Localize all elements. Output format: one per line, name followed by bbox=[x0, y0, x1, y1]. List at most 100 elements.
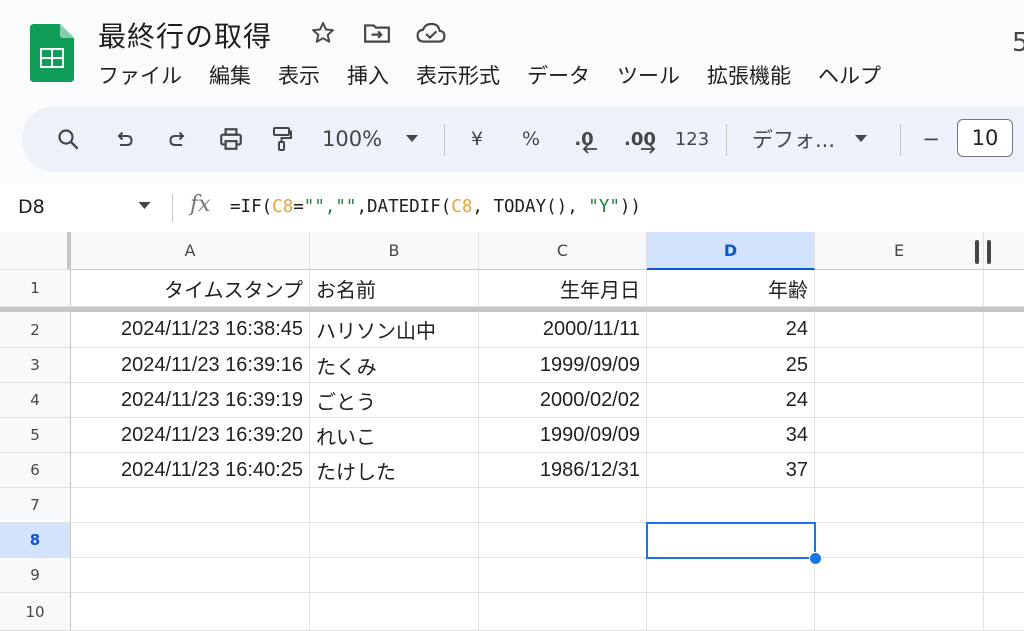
cell-a8[interactable] bbox=[71, 523, 310, 558]
search-menus-button[interactable] bbox=[52, 122, 84, 156]
cell-a1[interactable]: タイムスタンプ bbox=[71, 270, 310, 307]
cell-extra-2[interactable] bbox=[984, 312, 1024, 348]
cell-extra-10[interactable] bbox=[984, 593, 1024, 631]
cell-a9[interactable] bbox=[71, 558, 310, 593]
cell-e5[interactable] bbox=[815, 418, 984, 453]
cell-extra-1[interactable] bbox=[984, 270, 1024, 307]
menu-tools[interactable]: ツール bbox=[617, 60, 680, 90]
cell-c3[interactable]: 1999/09/09 bbox=[479, 348, 647, 383]
cell-b8[interactable] bbox=[310, 523, 479, 558]
font-size-input[interactable]: 10 bbox=[957, 119, 1013, 157]
row-header-6[interactable]: 6 bbox=[0, 453, 71, 488]
cell-b4[interactable]: ごとう bbox=[310, 383, 479, 418]
cell-extra-3[interactable] bbox=[984, 348, 1024, 383]
cell-d7[interactable] bbox=[647, 488, 815, 523]
cell-c2[interactable]: 2000/11/11 bbox=[479, 312, 647, 348]
row-header-5[interactable]: 5 bbox=[0, 418, 71, 453]
cell-c8[interactable] bbox=[479, 523, 647, 558]
menu-insert[interactable]: 挿入 bbox=[347, 60, 389, 90]
cell-a5[interactable]: 2024/11/23 16:39:20 bbox=[71, 418, 310, 453]
star-icon[interactable] bbox=[308, 18, 338, 48]
cell-e8[interactable] bbox=[815, 523, 984, 558]
cell-a3[interactable]: 2024/11/23 16:39:16 bbox=[71, 348, 310, 383]
formula-input[interactable]: =IF(C8="","",DATEDIF(C8, TODAY(), "Y")) bbox=[230, 197, 641, 217]
cell-extra-4[interactable] bbox=[984, 383, 1024, 418]
document-title[interactable]: 最終行の取得 bbox=[98, 15, 272, 55]
row-header-10[interactable]: 10 bbox=[0, 593, 71, 631]
cell-b10[interactable] bbox=[310, 593, 479, 631]
move-folder-icon[interactable] bbox=[362, 18, 392, 48]
cell-e9[interactable] bbox=[815, 558, 984, 593]
cell-d2[interactable]: 24 bbox=[647, 312, 815, 348]
cell-e3[interactable] bbox=[815, 348, 984, 383]
cell-c7[interactable] bbox=[479, 488, 647, 523]
row-header-9[interactable]: 9 bbox=[0, 558, 71, 593]
cell-d3[interactable]: 25 bbox=[647, 348, 815, 383]
decrease-font-size-button[interactable]: − bbox=[918, 122, 944, 156]
cell-c5[interactable]: 1990/09/09 bbox=[479, 418, 647, 453]
cell-d1[interactable]: 年齢 bbox=[647, 270, 815, 307]
number-format-button[interactable]: 123 bbox=[674, 122, 710, 156]
row-header-7[interactable]: 7 bbox=[0, 488, 71, 523]
print-button[interactable] bbox=[214, 122, 248, 156]
fill-handle[interactable] bbox=[809, 552, 822, 565]
cell-c6[interactable]: 1986/12/31 bbox=[479, 453, 647, 488]
zoom-select[interactable]: 100% bbox=[322, 122, 432, 156]
row-header-4[interactable]: 4 bbox=[0, 383, 71, 418]
frozen-row-divider[interactable] bbox=[0, 307, 1024, 312]
cell-d10[interactable] bbox=[647, 593, 815, 631]
cell-e4[interactable] bbox=[815, 383, 984, 418]
menu-edit[interactable]: 編集 bbox=[209, 60, 251, 90]
cell-e1[interactable] bbox=[815, 270, 984, 307]
redo-button[interactable] bbox=[162, 122, 194, 156]
cell-b3[interactable]: たくみ bbox=[310, 348, 479, 383]
row-header-3[interactable]: 3 bbox=[0, 348, 71, 383]
cell-b1[interactable]: お名前 bbox=[310, 270, 479, 307]
spreadsheet-grid[interactable]: A B C D E 1 タイムスタンプ お名前 生年月日 年齢 2 2024/11/23 16:38:… bbox=[0, 232, 1024, 631]
column-header-c[interactable]: C bbox=[479, 232, 647, 270]
row-header-1[interactable]: 1 bbox=[0, 270, 71, 307]
cell-d5[interactable]: 34 bbox=[647, 418, 815, 453]
column-header-b[interactable]: B bbox=[310, 232, 479, 270]
undo-button[interactable] bbox=[108, 122, 140, 156]
cell-c4[interactable]: 2000/02/02 bbox=[479, 383, 647, 418]
column-header-e[interactable]: E bbox=[815, 232, 984, 270]
select-all-corner[interactable] bbox=[0, 232, 71, 270]
font-family-select[interactable]: デフォ... bbox=[752, 122, 882, 156]
cell-extra-7[interactable] bbox=[984, 488, 1024, 523]
percent-format-button[interactable]: % bbox=[516, 122, 546, 156]
increase-decimal-button[interactable]: .00 bbox=[618, 122, 662, 156]
sheets-logo-icon[interactable] bbox=[30, 24, 74, 82]
cell-extra-8[interactable] bbox=[984, 523, 1024, 558]
cell-c10[interactable] bbox=[479, 593, 647, 631]
menu-extensions[interactable]: 拡張機能 bbox=[707, 60, 791, 90]
menu-help[interactable]: ヘルプ bbox=[818, 60, 881, 90]
cell-a6[interactable]: 2024/11/23 16:40:25 bbox=[71, 453, 310, 488]
cell-d4[interactable]: 24 bbox=[647, 383, 815, 418]
menu-file[interactable]: ファイル bbox=[98, 60, 182, 90]
cell-e7[interactable] bbox=[815, 488, 984, 523]
cloud-saved-icon[interactable] bbox=[416, 18, 446, 48]
cell-a4[interactable]: 2024/11/23 16:39:19 bbox=[71, 383, 310, 418]
cell-d8[interactable] bbox=[647, 523, 815, 558]
currency-format-button[interactable]: ¥ bbox=[462, 122, 492, 156]
cell-a2[interactable]: 2024/11/23 16:38:45 bbox=[71, 312, 310, 348]
cell-b7[interactable] bbox=[310, 488, 479, 523]
cell-e2[interactable] bbox=[815, 312, 984, 348]
row-header-2[interactable]: 2 bbox=[0, 312, 71, 348]
cell-b5[interactable]: れいこ bbox=[310, 418, 479, 453]
cell-b2[interactable]: ハリソン山中 bbox=[310, 312, 479, 348]
cell-c9[interactable] bbox=[479, 558, 647, 593]
cell-e6[interactable] bbox=[815, 453, 984, 488]
column-resize-handle[interactable] bbox=[987, 240, 991, 264]
cell-a10[interactable] bbox=[71, 593, 310, 631]
cell-extra-6[interactable] bbox=[984, 453, 1024, 488]
cell-c1[interactable]: 生年月日 bbox=[479, 270, 647, 307]
menu-format[interactable]: 表示形式 bbox=[416, 60, 500, 90]
cell-e10[interactable] bbox=[815, 593, 984, 631]
column-header-d[interactable]: D bbox=[647, 232, 815, 270]
cell-a7[interactable] bbox=[71, 488, 310, 523]
cell-extra-5[interactable] bbox=[984, 418, 1024, 453]
cell-d9[interactable] bbox=[647, 558, 815, 593]
menu-data[interactable]: データ bbox=[527, 60, 590, 90]
